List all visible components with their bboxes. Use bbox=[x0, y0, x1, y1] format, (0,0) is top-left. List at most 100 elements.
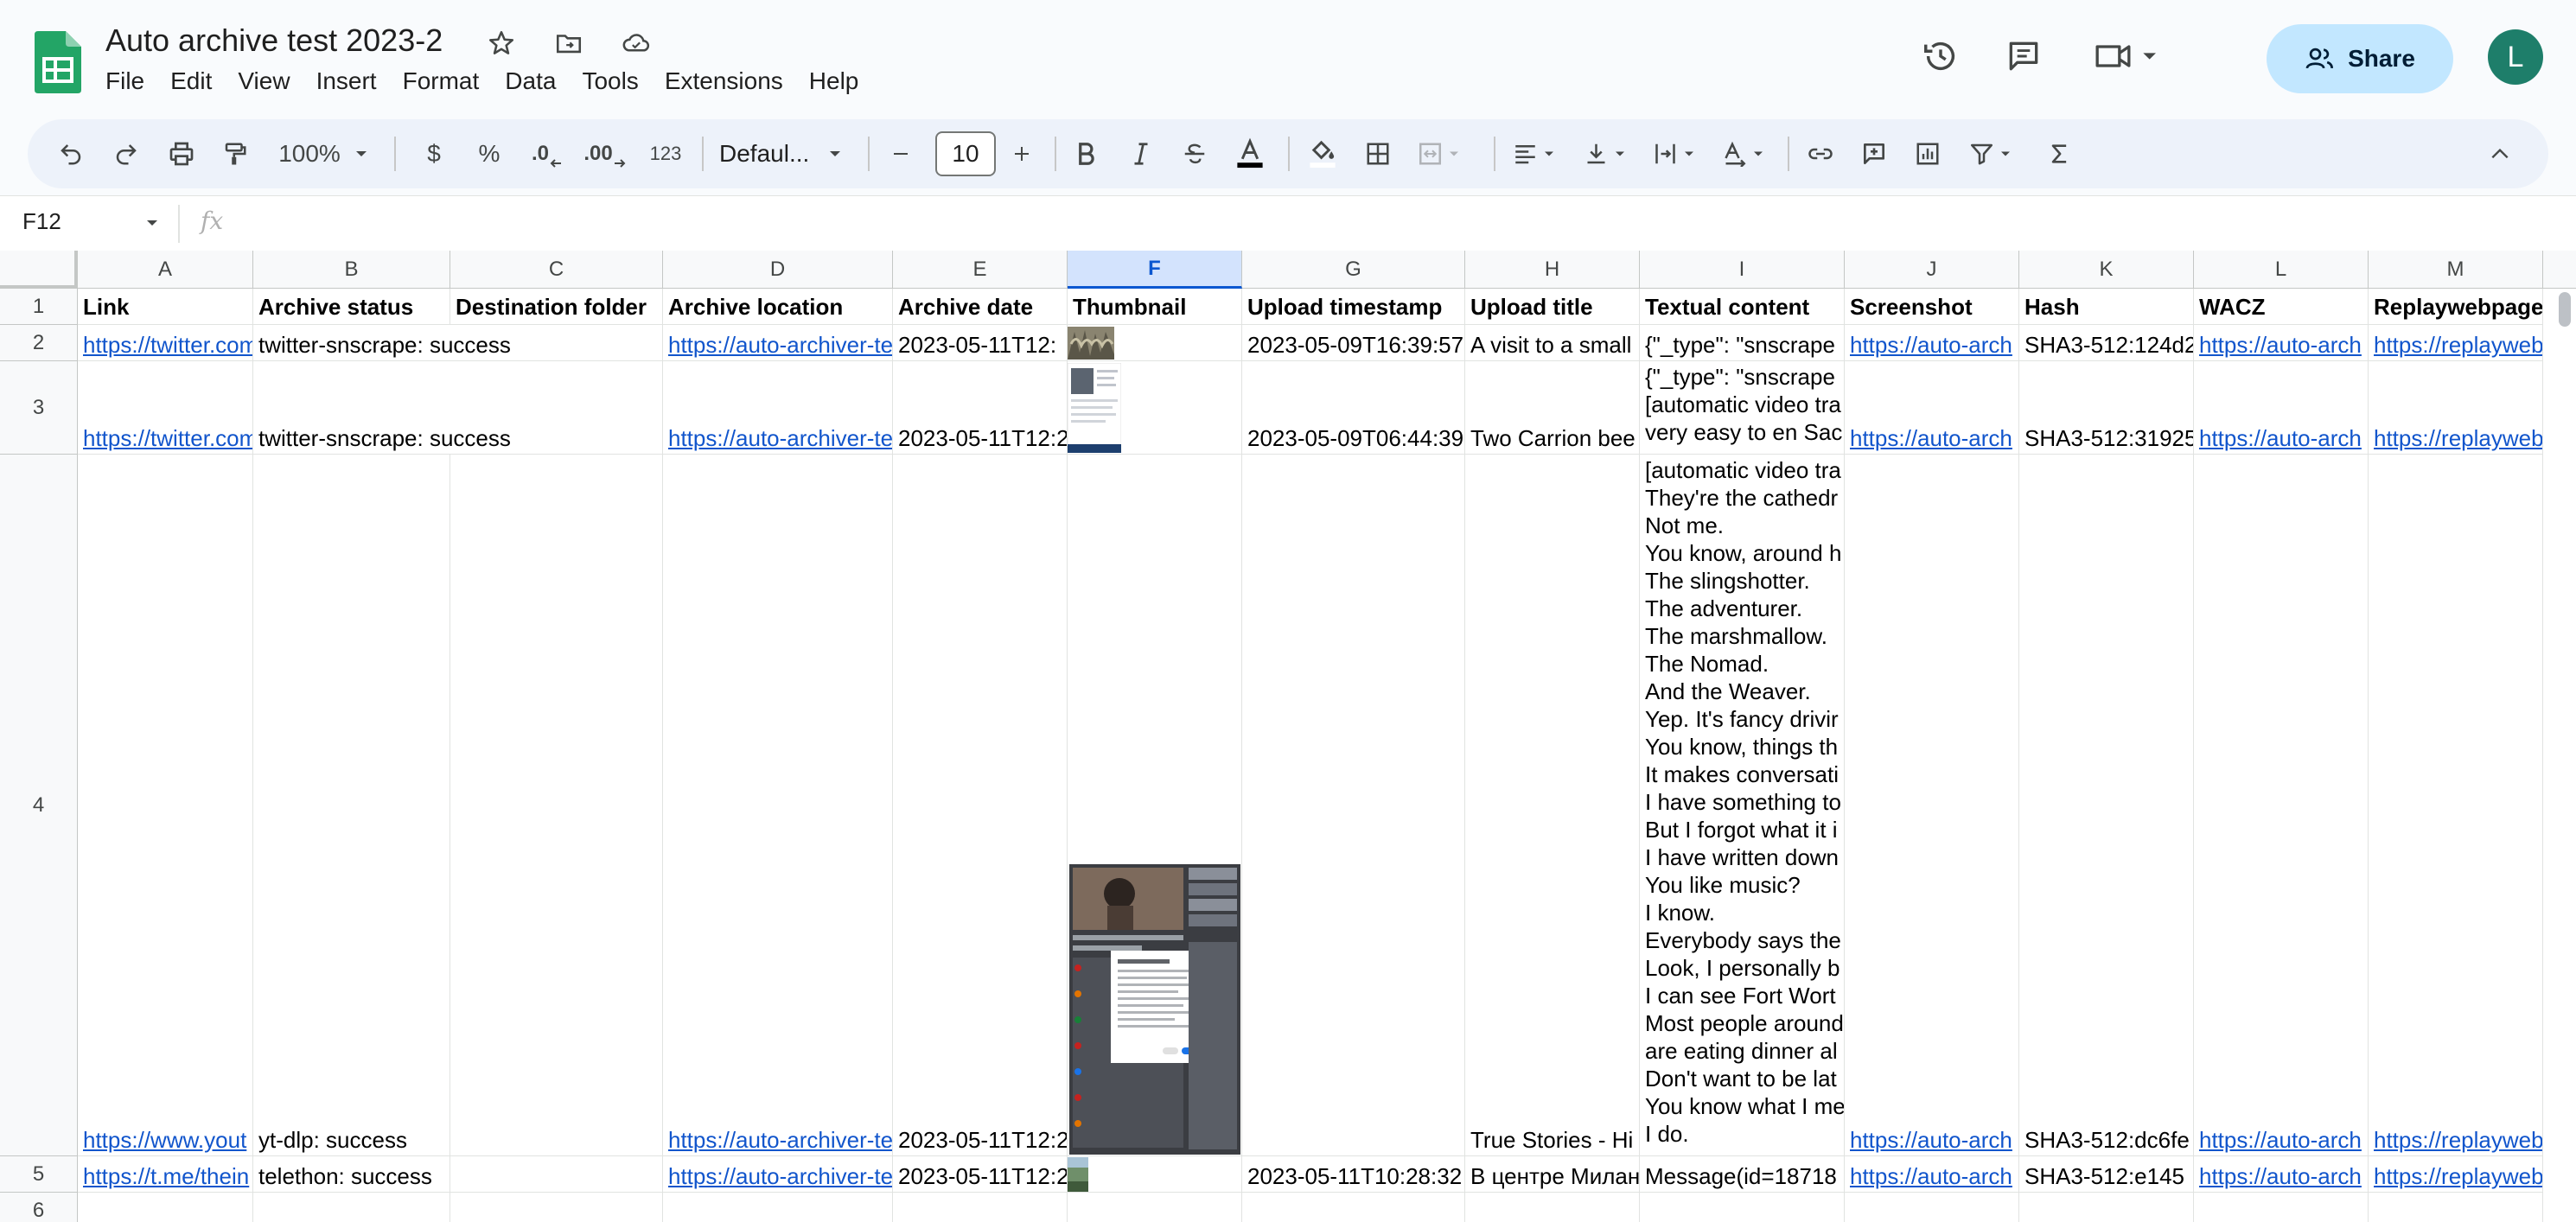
redo-icon[interactable] bbox=[109, 119, 143, 188]
header-wacz[interactable]: WACZ bbox=[2194, 289, 2369, 325]
cell-m6[interactable] bbox=[2369, 1193, 2543, 1222]
cell-c6[interactable] bbox=[450, 1193, 663, 1222]
cell-k2[interactable]: SHA3-512:124d2 bbox=[2019, 325, 2194, 361]
font-family-select[interactable]: Defaul... bbox=[719, 119, 823, 188]
column-header-j[interactable]: J bbox=[1845, 251, 2019, 289]
paint-format-icon[interactable] bbox=[218, 119, 252, 188]
column-header-e[interactable]: E bbox=[893, 251, 1068, 289]
menu-view[interactable]: View bbox=[238, 67, 305, 95]
print-icon[interactable] bbox=[163, 119, 201, 188]
italic-icon[interactable] bbox=[1124, 119, 1158, 188]
fill-color-icon[interactable] bbox=[1302, 119, 1343, 188]
row-header-2[interactable]: 2 bbox=[0, 325, 78, 361]
cell-b4[interactable]: yt-dlp: success bbox=[253, 455, 450, 1156]
header-textual-content[interactable]: Textual content bbox=[1640, 289, 1845, 325]
name-box[interactable]: F12 bbox=[22, 208, 61, 235]
cell-i2[interactable]: {"_type": "snscrape bbox=[1640, 325, 1845, 361]
menu-file[interactable]: File bbox=[105, 67, 160, 95]
bold-icon[interactable] bbox=[1068, 119, 1103, 188]
cell-h5[interactable]: В центре Милан bbox=[1465, 1156, 1640, 1193]
menu-data[interactable]: Data bbox=[505, 67, 571, 95]
cell-i6[interactable] bbox=[1640, 1193, 1845, 1222]
share-button[interactable]: Share bbox=[2267, 24, 2453, 93]
cell-a2[interactable]: https://twitter.com bbox=[78, 325, 253, 361]
menu-extensions[interactable]: Extensions bbox=[665, 67, 799, 95]
zoom-caret-icon[interactable] bbox=[351, 119, 372, 188]
header-replaywebpage[interactable]: Replaywebpage bbox=[2369, 289, 2543, 325]
percent-format-button[interactable]: % bbox=[474, 119, 505, 188]
version-history-icon[interactable] bbox=[1919, 35, 1962, 78]
cell-m2[interactable]: https://replayweb. bbox=[2369, 325, 2543, 361]
functions-icon[interactable] bbox=[2042, 119, 2076, 188]
row-header-6[interactable]: 6 bbox=[0, 1193, 78, 1222]
font-size-input[interactable]: 10 bbox=[935, 131, 996, 176]
cell-k5[interactable]: SHA3-512:e145 bbox=[2019, 1156, 2194, 1193]
cell-d6[interactable] bbox=[663, 1193, 893, 1222]
cell-f4[interactable] bbox=[1068, 455, 1242, 1156]
column-header-h[interactable]: H bbox=[1465, 251, 1640, 289]
header-archive-location[interactable]: Archive location bbox=[663, 289, 893, 325]
cell-m3[interactable]: https://replayweb. bbox=[2369, 361, 2543, 455]
cell-f5[interactable] bbox=[1068, 1156, 1242, 1193]
column-header-l[interactable]: L bbox=[2194, 251, 2369, 289]
row-header-1[interactable]: 1 bbox=[0, 289, 78, 325]
header-link[interactable]: Link bbox=[78, 289, 253, 325]
header-screenshot[interactable]: Screenshot bbox=[1845, 289, 2019, 325]
cell-d3[interactable]: https://auto-archiver-te bbox=[663, 361, 893, 455]
insert-comment-icon[interactable] bbox=[1855, 119, 1893, 188]
cell-c4[interactable] bbox=[450, 455, 663, 1156]
cell-j6[interactable] bbox=[1845, 1193, 2019, 1222]
cell-g2[interactable]: 2023-05-09T16:39:57 bbox=[1242, 325, 1465, 361]
cell-e4[interactable]: 2023-05-11T12:2 bbox=[893, 455, 1068, 1156]
column-header-m[interactable]: M bbox=[2369, 251, 2543, 289]
header-archive-date[interactable]: Archive date bbox=[893, 289, 1068, 325]
cell-j4[interactable]: https://auto-arch bbox=[1845, 455, 2019, 1156]
header-upload-title[interactable]: Upload title bbox=[1465, 289, 1640, 325]
create-filter-icon[interactable] bbox=[1962, 119, 2023, 188]
menu-tools[interactable]: Tools bbox=[582, 67, 654, 95]
cell-f2[interactable] bbox=[1068, 325, 1242, 361]
menu-help[interactable]: Help bbox=[809, 67, 875, 95]
cell-j5[interactable]: https://auto-arch bbox=[1845, 1156, 2019, 1193]
font-caret-icon[interactable] bbox=[825, 119, 845, 188]
cell-f3[interactable] bbox=[1068, 361, 1242, 455]
cell-b3[interactable]: twitter-snscrape: success bbox=[253, 361, 511, 455]
cell-a3[interactable]: https://twitter.com bbox=[78, 361, 253, 455]
row-header-4[interactable]: 4 bbox=[0, 455, 78, 1156]
horizontal-align-icon[interactable] bbox=[1506, 119, 1566, 188]
collapse-toolbar-icon[interactable] bbox=[2481, 119, 2519, 188]
cell-e2[interactable]: 2023-05-11T12: bbox=[893, 325, 1068, 361]
cell-l4[interactable]: https://auto-arch bbox=[2194, 455, 2369, 1156]
column-header-c[interactable]: C bbox=[450, 251, 663, 289]
header-upload-timestamp[interactable]: Upload timestamp bbox=[1242, 289, 1465, 325]
column-header-d[interactable]: D bbox=[663, 251, 893, 289]
insert-chart-icon[interactable] bbox=[1909, 119, 1947, 188]
zoom-select[interactable]: 100% bbox=[275, 119, 344, 188]
formula-input[interactable] bbox=[251, 208, 2498, 239]
cloud-saved-icon[interactable] bbox=[619, 26, 654, 60]
row-header-5[interactable]: 5 bbox=[0, 1156, 78, 1193]
decrease-font-size-icon[interactable] bbox=[883, 119, 918, 188]
row-header-3[interactable]: 3 bbox=[0, 361, 78, 455]
decrease-decimal-button[interactable]: .0 bbox=[526, 119, 569, 188]
cell-j2[interactable]: https://auto-arch bbox=[1845, 325, 2019, 361]
column-header-i[interactable]: I bbox=[1640, 251, 1845, 289]
increase-decimal-button[interactable]: .00 bbox=[581, 119, 629, 188]
cell-l6[interactable] bbox=[2194, 1193, 2369, 1222]
menu-format[interactable]: Format bbox=[403, 67, 495, 95]
borders-icon[interactable] bbox=[1359, 119, 1397, 188]
cell-a4[interactable]: https://www.yout bbox=[78, 455, 253, 1156]
cell-e5[interactable]: 2023-05-11T12:2 bbox=[893, 1156, 1068, 1193]
vertical-align-icon[interactable] bbox=[1577, 119, 1637, 188]
more-formats-button[interactable]: 123 bbox=[641, 119, 690, 188]
cell-e3[interactable]: 2023-05-11T12:2 bbox=[893, 361, 1068, 455]
text-wrapping-icon[interactable] bbox=[1646, 119, 1706, 188]
cell-c2[interactable] bbox=[450, 325, 663, 361]
cell-b6[interactable] bbox=[253, 1193, 450, 1222]
cell-k6[interactable] bbox=[2019, 1193, 2194, 1222]
sheets-logo[interactable] bbox=[35, 31, 81, 93]
cell-i5[interactable]: Message(id=18718 bbox=[1640, 1156, 1845, 1193]
account-avatar[interactable]: L bbox=[2488, 29, 2543, 85]
cell-h2[interactable]: A visit to a small bbox=[1465, 325, 1640, 361]
cell-m4[interactable]: https://replayweb. bbox=[2369, 455, 2543, 1156]
